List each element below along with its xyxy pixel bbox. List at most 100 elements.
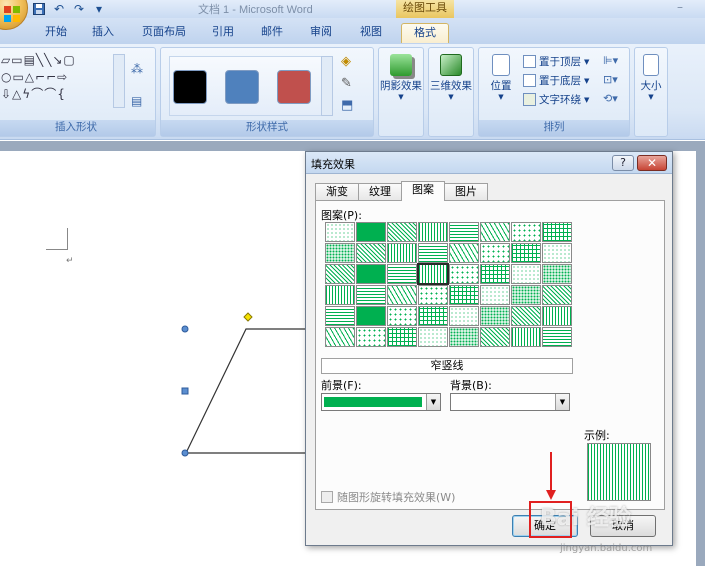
pattern-cell[interactable]	[480, 243, 510, 263]
foreground-color-select[interactable]: ▼	[321, 393, 441, 411]
pattern-cell[interactable]	[325, 306, 355, 326]
threed-effects-button[interactable]: 三维效果 ▼	[429, 54, 473, 101]
tab-texture[interactable]: 纹理	[358, 183, 402, 201]
pattern-cell[interactable]	[387, 222, 417, 242]
rotate-icon[interactable]: ⟲▾	[603, 92, 618, 105]
pattern-cell[interactable]	[449, 327, 479, 347]
pattern-cell[interactable]	[387, 264, 417, 284]
size-button[interactable]: 大小 ▼	[635, 54, 667, 101]
tab-home[interactable]: 开始	[40, 23, 72, 43]
change-shape-icon[interactable]: ⬒	[341, 98, 353, 113]
tab-pattern[interactable]: 图案	[401, 181, 445, 201]
shadow-effects-button[interactable]: 阴影效果 ▼	[379, 54, 423, 101]
shape-gallery-scroll[interactable]	[113, 54, 125, 108]
pattern-cell[interactable]	[511, 327, 541, 347]
pattern-cell[interactable]	[356, 222, 386, 242]
pattern-cell[interactable]	[418, 243, 448, 263]
pattern-cell[interactable]	[511, 285, 541, 305]
tab-view[interactable]: 视图	[355, 23, 387, 43]
style-swatch-black[interactable]	[173, 70, 207, 104]
pattern-cell[interactable]	[418, 222, 448, 242]
pattern-cell[interactable]	[542, 264, 572, 284]
pattern-cell[interactable]	[542, 306, 572, 326]
pattern-cell[interactable]	[480, 285, 510, 305]
fill-color-icon[interactable]: ◈	[341, 54, 351, 69]
fill-effects-dialog: 填充效果 ? ✕ 渐变 纹理 图案 图片 图案(P): 窄竖线 前景(F): 背…	[305, 151, 673, 546]
pattern-cell[interactable]	[511, 264, 541, 284]
chevron-down-icon[interactable]: ▼	[426, 394, 440, 410]
tab-picture[interactable]: 图片	[444, 183, 488, 201]
style-swatch-red[interactable]	[277, 70, 311, 104]
chevron-down-icon: ▼	[584, 76, 590, 85]
outline-color-icon[interactable]: ✎	[341, 76, 352, 91]
pattern-cell[interactable]	[387, 327, 417, 347]
pattern-cell[interactable]	[387, 285, 417, 305]
group-icon[interactable]: ⊡▾	[603, 73, 618, 86]
bring-to-front-button[interactable]: 置于顶层 ▼	[523, 54, 589, 69]
align-icon[interactable]: ⊫▾	[603, 54, 618, 67]
background-color-select[interactable]: ▼	[450, 393, 570, 411]
pattern-cell[interactable]	[449, 285, 479, 305]
pattern-cell[interactable]	[387, 243, 417, 263]
pattern-cell[interactable]	[417, 263, 449, 285]
save-icon[interactable]	[32, 2, 46, 16]
position-button[interactable]: 位置 ▼	[483, 54, 519, 101]
pattern-cell[interactable]	[418, 285, 448, 305]
pattern-cell[interactable]	[449, 222, 479, 242]
tab-format[interactable]: 格式	[401, 23, 449, 43]
dialog-title-bar[interactable]: 填充效果 ? ✕	[306, 152, 672, 174]
rotate-with-shape-option[interactable]: 随图形旋转填充效果(W)	[321, 489, 455, 505]
pattern-cell[interactable]	[449, 306, 479, 326]
textbox-icon[interactable]: ▤	[131, 94, 142, 108]
pattern-cell[interactable]	[542, 243, 572, 263]
pattern-cell[interactable]	[387, 306, 417, 326]
pattern-cell[interactable]	[511, 306, 541, 326]
tab-page-layout[interactable]: 页面布局	[138, 23, 190, 43]
pattern-cell[interactable]	[325, 285, 355, 305]
rotate-with-shape-label: 随图形旋转填充效果(W)	[337, 491, 456, 504]
text-wrapping-button[interactable]: 文字环绕 ▼	[523, 92, 589, 107]
tab-references[interactable]: 引用	[207, 23, 239, 43]
style-swatch-blue[interactable]	[225, 70, 259, 104]
close-button[interactable]: ✕	[637, 155, 667, 171]
chevron-down-icon[interactable]: ▼	[555, 394, 569, 410]
pattern-cell[interactable]	[511, 243, 541, 263]
tab-mailings[interactable]: 邮件	[256, 23, 288, 43]
pattern-cell[interactable]	[325, 327, 355, 347]
pattern-cell[interactable]	[325, 264, 355, 284]
pattern-cell[interactable]	[480, 306, 510, 326]
pattern-cell[interactable]	[449, 243, 479, 263]
pattern-cell[interactable]	[325, 222, 355, 242]
pattern-cell[interactable]	[356, 327, 386, 347]
tab-gradient[interactable]: 渐变	[315, 183, 359, 201]
tab-insert[interactable]: 插入	[87, 23, 119, 43]
pattern-cell[interactable]	[356, 306, 386, 326]
background-label: 背景(B):	[450, 379, 492, 392]
pattern-cell[interactable]	[511, 222, 541, 242]
pattern-cell[interactable]	[480, 327, 510, 347]
undo-icon[interactable]: ↶	[52, 2, 66, 16]
text-wrapping-label: 文字环绕	[539, 94, 581, 106]
pattern-cell[interactable]	[418, 327, 448, 347]
pattern-cell[interactable]	[542, 285, 572, 305]
rotate-with-shape-checkbox[interactable]	[321, 491, 333, 503]
pattern-cell[interactable]	[356, 264, 386, 284]
minimize-icon[interactable]: –	[677, 0, 683, 14]
pattern-cell[interactable]	[480, 222, 510, 242]
pattern-cell[interactable]	[356, 285, 386, 305]
pattern-cell[interactable]	[418, 306, 448, 326]
pattern-cell[interactable]	[449, 264, 479, 284]
pattern-cell[interactable]	[325, 243, 355, 263]
pattern-cell[interactable]	[542, 222, 572, 242]
help-button[interactable]: ?	[612, 155, 634, 171]
redo-icon[interactable]: ↷	[72, 2, 86, 16]
pattern-cell[interactable]	[356, 243, 386, 263]
customize-icon[interactable]: ▾	[92, 2, 106, 16]
style-gallery-scroll[interactable]	[321, 56, 333, 116]
pattern-cell[interactable]	[542, 327, 572, 347]
edit-shape-icon[interactable]: ⁂	[131, 62, 143, 76]
shape-gallery[interactable]: ▱▭▤╲╲↘▢ ○▭△⌐⌐⇨ ⇩△ϟ⌒⌒{	[1, 52, 76, 103]
tab-review[interactable]: 审阅	[305, 23, 337, 43]
pattern-cell[interactable]	[480, 264, 510, 284]
send-to-back-button[interactable]: 置于底层 ▼	[523, 73, 589, 88]
